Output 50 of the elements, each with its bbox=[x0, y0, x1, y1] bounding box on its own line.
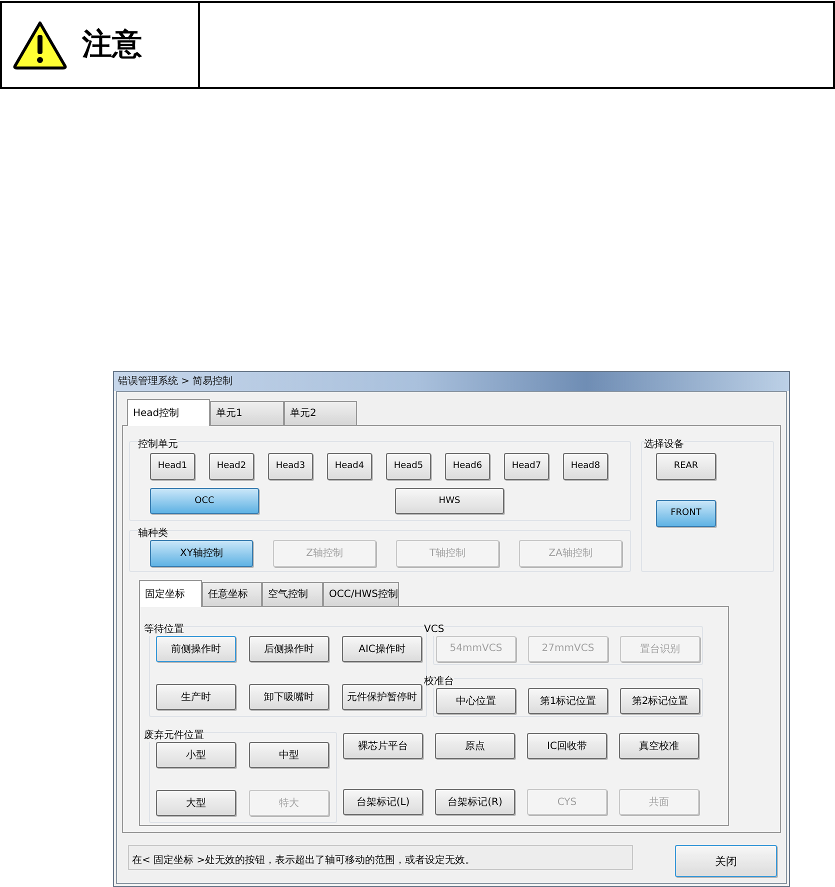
tab[interactable]: 固定坐标 bbox=[139, 580, 202, 607]
position-button[interactable]: 真空校准 bbox=[619, 732, 699, 759]
position-button[interactable]: 前侧操作时 bbox=[156, 636, 236, 662]
group-title: 选择设备 bbox=[644, 438, 684, 450]
head-button[interactable]: Head4 bbox=[327, 452, 372, 480]
head-button[interactable]: Head6 bbox=[445, 452, 490, 480]
position-button[interactable]: 元件保护暂停时 bbox=[342, 684, 422, 710]
calibration-button[interactable]: 中心位置 bbox=[436, 688, 516, 714]
head-button[interactable]: Head7 bbox=[504, 452, 549, 480]
head-button[interactable]: Head3 bbox=[268, 452, 313, 480]
unit-button[interactable]: HWS bbox=[395, 488, 504, 514]
discard-button[interactable]: 大型 bbox=[156, 790, 236, 816]
calibration-button[interactable]: 第2标记位置 bbox=[620, 688, 700, 714]
position-button[interactable]: 台架标记(R) bbox=[435, 789, 515, 816]
position-button[interactable]: 原点 bbox=[435, 732, 515, 759]
position-button[interactable]: AIC操作时 bbox=[342, 636, 422, 662]
tab[interactable]: 单元2 bbox=[284, 400, 357, 425]
tab[interactable]: 单元1 bbox=[210, 400, 284, 425]
group-title: 废弃元件位置 bbox=[144, 730, 204, 741]
device-button[interactable]: FRONT bbox=[656, 500, 716, 527]
head-button[interactable]: Head5 bbox=[386, 452, 431, 480]
warning-icon bbox=[12, 20, 68, 70]
group-title: 校准台 bbox=[424, 676, 454, 687]
group-title: VCS bbox=[424, 624, 444, 635]
tab[interactable]: 任意坐标 bbox=[202, 582, 262, 606]
device-button[interactable]: REAR bbox=[656, 452, 716, 480]
head-button[interactable]: Head2 bbox=[209, 452, 254, 480]
group-title: 轴种类 bbox=[138, 528, 168, 539]
window-title: 错误管理系统 > 简易控制 bbox=[118, 374, 233, 388]
position-button[interactable]: 生产时 bbox=[156, 684, 236, 710]
axis-button[interactable]: XY轴控制 bbox=[150, 540, 253, 567]
position-button[interactable]: 台架标记(L) bbox=[343, 789, 423, 816]
position-button[interactable]: 卸下吸嘴时 bbox=[249, 684, 329, 710]
group-title: 控制单元 bbox=[138, 438, 178, 450]
status-text: 在< 固定坐标 >处无效的按钮，表示超出了轴可移动的范围，或者设定无效。 bbox=[132, 855, 476, 866]
discard-button[interactable]: 中型 bbox=[249, 742, 329, 768]
close-button[interactable]: 关闭 bbox=[675, 845, 777, 877]
unit-button[interactable]: OCC bbox=[150, 488, 259, 514]
position-button[interactable]: 后侧操作时 bbox=[249, 636, 329, 662]
position-button[interactable]: 裸芯片平台 bbox=[343, 732, 423, 759]
head-button[interactable]: Head8 bbox=[563, 452, 608, 480]
notice-label: 注意 bbox=[82, 26, 142, 64]
tab[interactable]: OCC/HWS控制 bbox=[323, 582, 399, 606]
head-button[interactable]: Head1 bbox=[150, 452, 195, 480]
group-title: 等待位置 bbox=[144, 624, 184, 635]
tab[interactable]: 空气控制 bbox=[262, 582, 323, 606]
tab[interactable]: Head控制 bbox=[127, 398, 210, 426]
position-button[interactable]: IC回收带 bbox=[527, 732, 607, 759]
discard-button[interactable]: 小型 bbox=[156, 742, 236, 768]
calibration-button[interactable]: 第1标记位置 bbox=[528, 688, 608, 714]
